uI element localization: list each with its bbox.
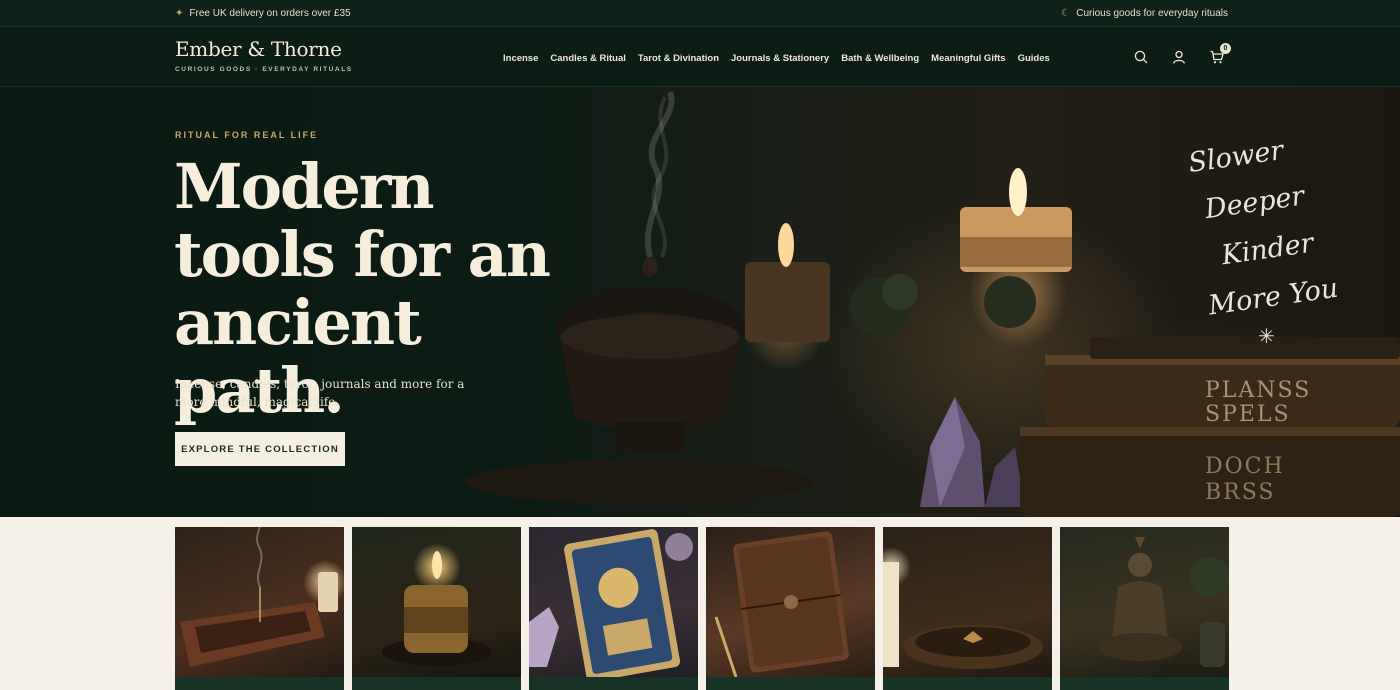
cart-count-badge: 0 (1220, 43, 1231, 54)
category-tile-gifts[interactable] (1060, 527, 1229, 690)
category-tile-bath[interactable] (883, 527, 1052, 690)
svg-text:DOCH: DOCH (1205, 454, 1285, 479)
hero-subtext: Incense, candles, tarot, journals and mo… (175, 377, 465, 409)
delivery-message: Free UK delivery on orders over £35 (189, 7, 351, 19)
announcement-bar: ✦ Free UK delivery on orders over £35 ☾ … (0, 0, 1400, 26)
announcement-right: ☾ Curious goods for everyday rituals (1061, 8, 1228, 19)
tile-caption-bar (175, 677, 344, 690)
category-tile-tarot[interactable] (529, 527, 698, 690)
tile-caption-bar (529, 677, 698, 690)
search-icon[interactable] (1133, 49, 1149, 65)
svg-text:PLANSS: PLANSS (1205, 378, 1311, 403)
sparkle-icon: ✳ (1258, 326, 1275, 348)
nav-item-guides[interactable]: Guides (1018, 53, 1050, 64)
svg-text:BRSS: BRSS (1205, 480, 1276, 505)
main-nav: Incense Candles & Ritual Tarot & Divinat… (503, 53, 1050, 64)
tile-caption-bar (883, 677, 1052, 690)
announcement-left: ✦ Free UK delivery on orders over £35 (175, 8, 351, 19)
tile-caption-bar (706, 677, 875, 690)
site-header: Ember & Thorne CURIOUS GOODS · EVERYDAY … (0, 26, 1400, 87)
nav-item-candles-ritual[interactable]: Candles & Ritual (550, 53, 626, 64)
hero-kicker: RITUAL FOR REAL LIFE (175, 130, 319, 140)
explore-collection-button[interactable]: EXPLORE THE COLLECTION (175, 432, 345, 466)
brand-tagline: CURIOUS GOODS · EVERYDAY RITUALS (175, 66, 353, 73)
moon-icon: ☾ (1061, 7, 1071, 19)
category-tile-journals[interactable] (706, 527, 875, 690)
candle-jar-image (382, 551, 492, 666)
buddha-statue-image (1098, 537, 1229, 667)
hero-banner: PLANSS SPELS DOCH BRSS RITUAL FOR REAL L… (0, 87, 1400, 517)
account-icon[interactable] (1171, 49, 1187, 65)
category-tiles (175, 527, 1229, 690)
ritual-bowl-image (883, 562, 1043, 669)
brand-name: Ember & Thorne (175, 37, 342, 61)
tagline-message: Curious goods for everyday rituals (1076, 7, 1228, 19)
svg-text:SPELS: SPELS (1205, 402, 1291, 427)
tile-caption-bar (352, 677, 521, 690)
nav-item-meaningful-gifts[interactable]: Meaningful Gifts (931, 53, 1005, 64)
sparkle-icon: ✦ (175, 7, 184, 19)
tile-caption-bar (1060, 677, 1229, 690)
nav-item-journals-stationery[interactable]: Journals & Stationery (731, 53, 829, 64)
nav-item-tarot-divination[interactable]: Tarot & Divination (638, 53, 719, 64)
brand-logo[interactable]: Ember & Thorne CURIOUS GOODS · EVERYDAY … (175, 37, 353, 73)
category-tile-incense[interactable] (175, 527, 344, 690)
tarot-card-image (529, 529, 693, 677)
incense-holder-image (180, 527, 338, 667)
nav-item-bath-wellbeing[interactable]: Bath & Wellbeing (841, 53, 919, 64)
cart-icon[interactable]: 0 (1209, 43, 1231, 65)
category-tile-candles[interactable] (352, 527, 521, 690)
leather-journal-image (714, 531, 849, 677)
hero-script-text: Slower Deeper Kinder More You (1185, 119, 1360, 330)
header-actions: 0 (1133, 43, 1231, 65)
nav-item-incense[interactable]: Incense (503, 53, 538, 64)
